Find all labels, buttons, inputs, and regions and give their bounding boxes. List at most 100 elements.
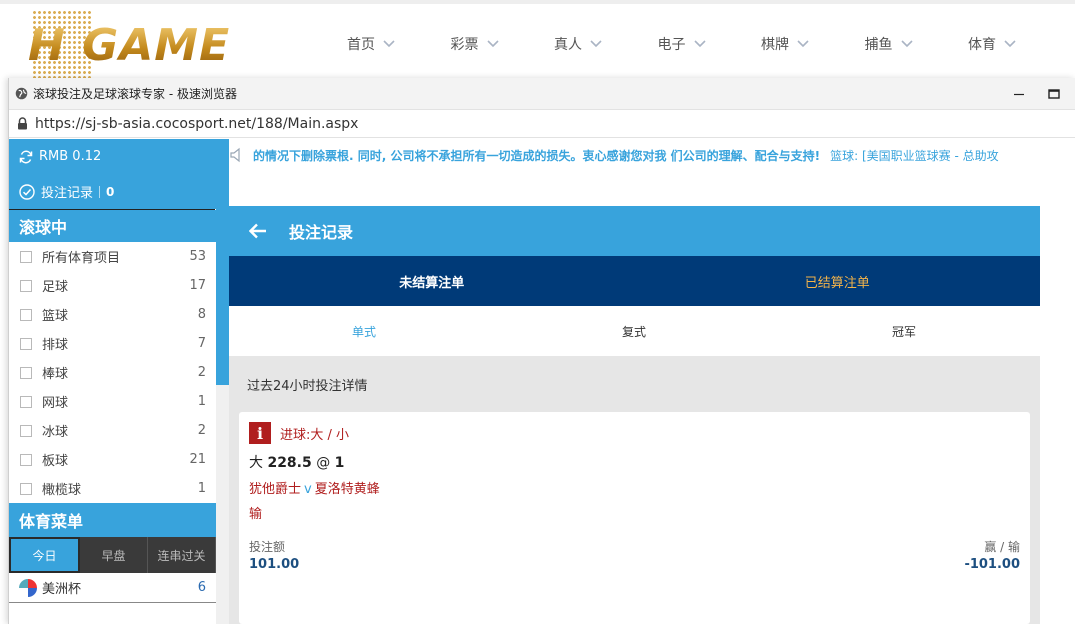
checkbox[interactable] — [20, 337, 32, 350]
summary-label: 过去24小时投注详情 — [247, 378, 368, 394]
sport-count: 2 — [197, 423, 206, 438]
league-count: 6 — [197, 580, 206, 595]
tab-early[interactable]: 早盘 — [80, 537, 148, 573]
window-titlebar[interactable]: 滚球投注及足球滚球专家 - 极速浏览器 — [9, 78, 1075, 110]
site-header: H GAME 首页 彩票 真人 电子 棋牌 捕鱼 体育 — [0, 0, 1075, 78]
sport-name: 篮球 — [42, 309, 69, 324]
nav-item-home[interactable]: 首页 — [347, 34, 451, 54]
selection-side: 大 — [249, 455, 263, 471]
bet-card[interactable]: i 进球:大 / 小 大 228.5 @ 1 犹他爵士 v 夏洛特黄蜂 输 投注额 … — [239, 412, 1030, 624]
globe-icon — [15, 87, 28, 100]
checkbox[interactable] — [20, 424, 32, 437]
nav-label: 电子 — [657, 37, 686, 53]
sport-item[interactable]: 足球 17 — [9, 271, 216, 300]
sport-item[interactable]: 排球 7 — [9, 329, 216, 358]
sport-count: 8 — [197, 307, 206, 322]
vs-label: v — [304, 482, 312, 497]
sport-count: 1 — [197, 481, 206, 496]
nav-item-lottery[interactable]: 彩票 — [451, 34, 555, 54]
checkbox[interactable] — [20, 395, 32, 408]
nav-label: 彩票 — [450, 37, 479, 53]
nav-label: 首页 — [347, 37, 375, 53]
sport-name: 网球 — [42, 396, 69, 411]
address-bar[interactable]: https://sj-sb-asia.cocosport.net/188/Mai… — [9, 110, 1075, 138]
account-panel: RMB 0.12 投注记录 0 — [9, 139, 229, 209]
checkbox[interactable] — [20, 308, 32, 321]
url-text: https://sj-sb-asia.cocosport.net/188/Mai… — [35, 115, 359, 132]
nav-label: 体育 — [968, 37, 996, 53]
nav-item-sports[interactable]: 体育 — [968, 34, 1072, 54]
nav-label: 捕鱼 — [864, 37, 893, 53]
bet-type-tabs: 单式 复式 冠军 — [229, 306, 1040, 356]
tab-single[interactable]: 单式 — [229, 306, 499, 356]
sports-menu-tabs: 今日 早盘 连串过关 — [9, 537, 216, 573]
ticker-link[interactable]: 篮球: [美国职业篮球赛 - 总助攻 — [830, 147, 999, 164]
sport-name: 棒球 — [42, 367, 69, 382]
league-flag-icon — [19, 578, 37, 597]
chevron-down-icon — [383, 40, 395, 48]
sport-item[interactable]: 篮球 8 — [9, 300, 216, 329]
nav-item-live-casino[interactable]: 真人 — [554, 34, 658, 54]
bet-record-row[interactable]: 投注记录 0 — [9, 174, 229, 209]
sport-item[interactable]: 网球 1 — [9, 387, 216, 416]
checkbox[interactable] — [20, 366, 32, 379]
minimize-button[interactable] — [1001, 78, 1037, 110]
sport-count: 1 — [197, 394, 206, 409]
maximize-button[interactable] — [1036, 78, 1072, 110]
tab-today[interactable]: 今日 — [9, 537, 80, 573]
away-team: 夏洛特黄蜂 — [314, 482, 380, 497]
bet-selection: 大 228.5 @ 1 — [249, 452, 1020, 472]
sport-item[interactable]: 棒球 2 — [9, 358, 216, 387]
window-title: 滚球投注及足球滚球专家 - 极速浏览器 — [33, 87, 237, 101]
tab-unsettled[interactable]: 未结算注单 — [229, 256, 635, 306]
league-name: 美洲杯 — [42, 582, 82, 597]
bet-record-panel: 投注记录 未结算注单 已结算注单 单式 复式 冠军 过去24小时投注详情 i 进… — [229, 206, 1040, 624]
refresh-icon — [19, 150, 33, 163]
sport-count: 17 — [189, 278, 206, 293]
nav-label: 棋牌 — [761, 37, 789, 53]
sport-name: 足球 — [42, 280, 69, 295]
sidebar-scrollbar-thumb[interactable] — [216, 209, 229, 385]
settlement-tabs: 未结算注单 已结算注单 — [229, 256, 1040, 306]
sport-name: 橄榄球 — [42, 483, 82, 498]
sport-item[interactable]: 冰球 2 — [9, 416, 216, 445]
sport-item[interactable]: 所有体育项目 53 — [9, 242, 216, 271]
checkbox[interactable] — [20, 482, 32, 495]
sport-item[interactable]: 橄榄球 1 — [9, 474, 216, 503]
sport-list: 所有体育项目 53 足球 17 篮球 8 排球 7 棒球 2 网球 1 冰球 2 板球 21 橄… — [9, 242, 216, 503]
main-nav: 首页 彩票 真人 电子 棋牌 捕鱼 体育 — [347, 34, 1072, 54]
tab-outright[interactable]: 冠军 — [769, 306, 1039, 356]
announcement-ticker[interactable]: 的情况下删除票根. 同时, 公司将不承担所有一切造成的损失。衷心感谢您对我 们公… — [229, 139, 1039, 207]
sport-item[interactable]: 板球 21 — [9, 445, 216, 474]
bet-market: 进球:大 / 小 — [280, 427, 350, 443]
ticker-text: 的情况下删除票根. 同时, 公司将不承担所有一切造成的损失。衷心感谢您对我 们公… — [253, 149, 821, 163]
nav-item-cards[interactable]: 棋牌 — [761, 34, 865, 54]
chevron-down-icon — [1004, 40, 1016, 48]
chevron-down-icon — [900, 40, 913, 48]
site-logo[interactable]: H GAME — [28, 10, 290, 78]
nav-item-fishing[interactable]: 捕鱼 — [865, 34, 969, 54]
bet-result: 输 — [249, 507, 263, 522]
winloss-value: -101.00 — [964, 557, 1020, 572]
league-item[interactable]: 美洲杯 6 — [9, 573, 216, 603]
nav-item-slots[interactable]: 电子 — [658, 34, 762, 54]
tab-parlay[interactable]: 连串过关 — [148, 537, 216, 573]
sport-name: 所有体育项目 — [42, 251, 121, 266]
tab-multiple[interactable]: 复式 — [499, 306, 769, 356]
stake-label: 投注额 — [249, 540, 286, 554]
checkbox[interactable] — [20, 250, 32, 263]
back-arrow-icon[interactable] — [249, 223, 267, 239]
tab-settled[interactable]: 已结算注单 — [635, 256, 1041, 306]
bet-market-row: i 进球:大 / 小 — [249, 422, 1020, 444]
sport-name: 冰球 — [42, 425, 69, 440]
checkbox[interactable] — [20, 279, 32, 292]
balance-row[interactable]: RMB 0.12 — [9, 139, 229, 174]
stake-value: 101.00 — [249, 557, 300, 572]
check-circle-icon — [19, 183, 35, 200]
stake-row: 投注额 101.00 赢 / 输 -101.00 — [249, 538, 1020, 572]
panel-header: 投注记录 — [229, 206, 1040, 256]
bet-record-count: 0 — [99, 185, 114, 198]
checkbox[interactable] — [20, 453, 32, 466]
info-icon: i — [249, 422, 271, 444]
panel-title: 投注记录 — [289, 223, 354, 242]
